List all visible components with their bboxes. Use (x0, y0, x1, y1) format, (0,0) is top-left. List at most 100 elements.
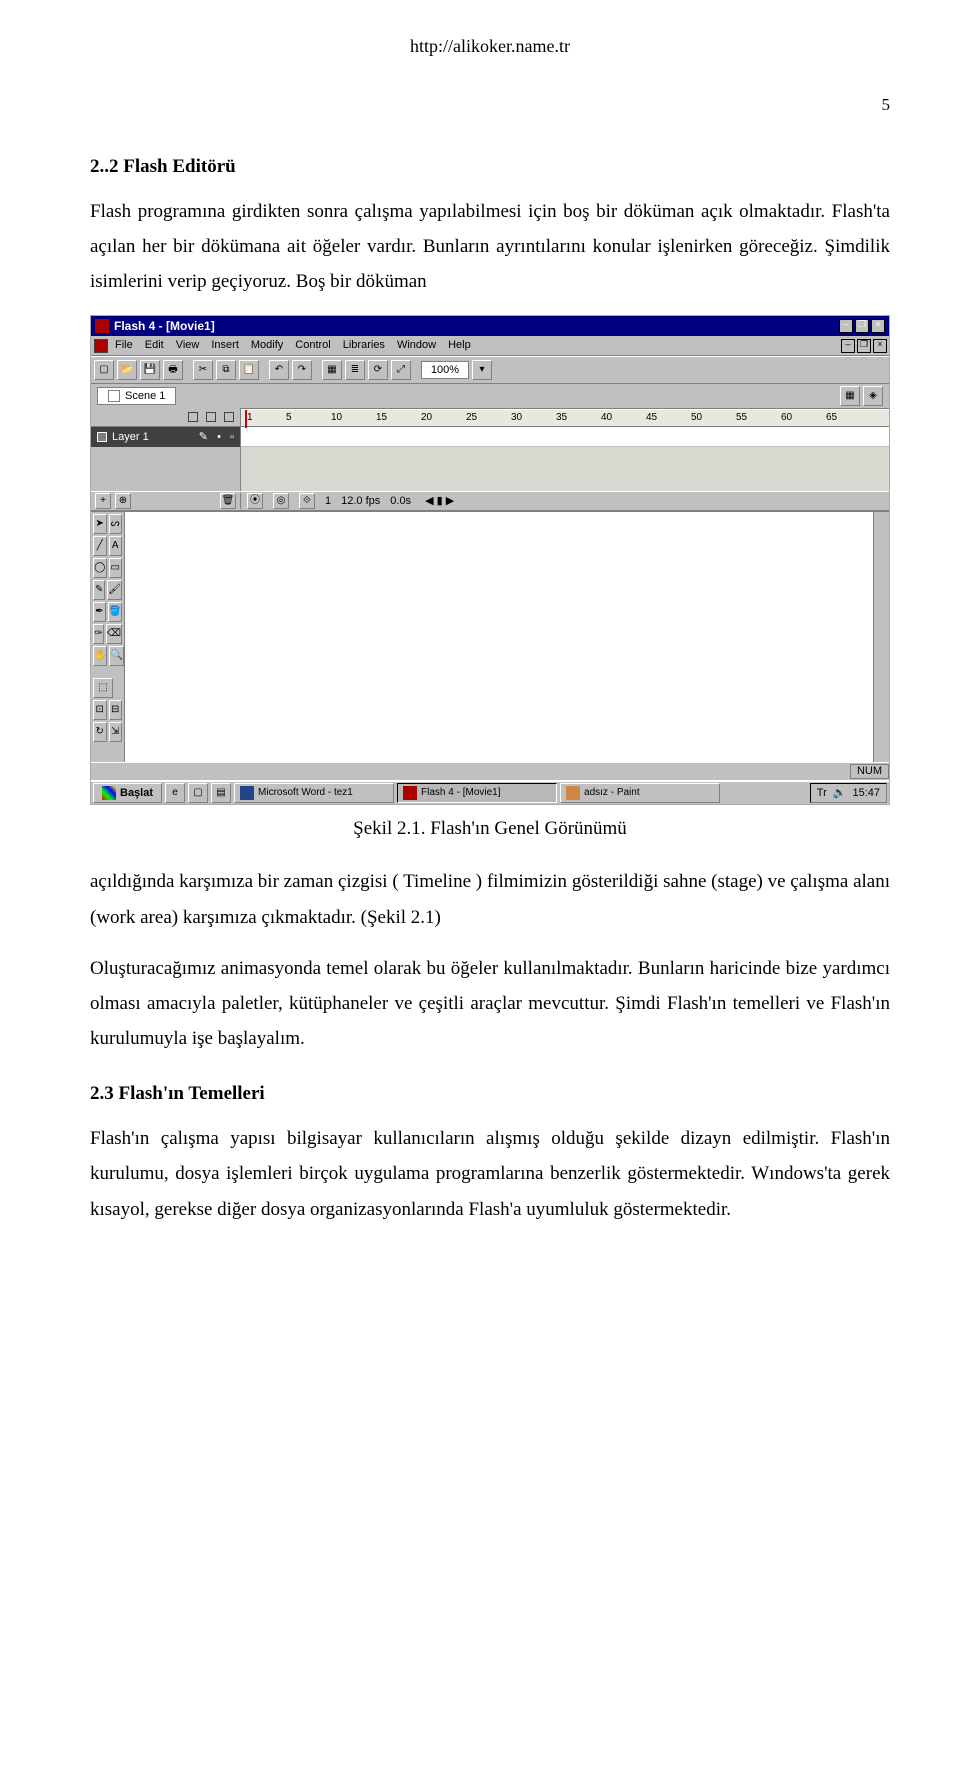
mdi-close-button[interactable]: × (873, 339, 887, 353)
add-guide-button[interactable]: ⊕ (115, 493, 131, 509)
option-2[interactable]: ⊡ (93, 700, 107, 720)
menu-file[interactable]: File (115, 340, 133, 351)
tick-55: 55 (736, 413, 747, 423)
redo-button[interactable]: ↷ (292, 360, 312, 380)
close-button[interactable]: × (871, 319, 885, 333)
page-number: 5 (90, 89, 890, 120)
onion-button[interactable]: ⦿ (247, 493, 263, 509)
flash-app-icon (95, 319, 109, 333)
tick-5: 5 (286, 413, 292, 423)
print-button[interactable]: 🖶 (163, 360, 183, 380)
paint-icon (566, 786, 580, 800)
menu-window[interactable]: Window (397, 340, 436, 351)
add-layer-button[interactable]: + (95, 493, 111, 509)
taskbar-item-word[interactable]: Microsoft Word - tez1 (234, 783, 394, 803)
symbol-list-button[interactable]: ◈ (863, 386, 883, 406)
layer-1-frames[interactable] (241, 427, 889, 447)
scene-list-button[interactable]: ▦ (840, 386, 860, 406)
quick-channels-icon[interactable]: ▤ (211, 783, 231, 803)
line-tool[interactable]: ╱ (93, 536, 107, 556)
menu-view[interactable]: View (176, 340, 200, 351)
hand-tool[interactable]: ✋ (93, 646, 107, 666)
mdi-restore-button[interactable]: ❐ (857, 339, 871, 353)
menu-insert[interactable]: Insert (211, 340, 239, 351)
onion-marker-button[interactable]: ⟐ (299, 493, 315, 509)
tick-45: 45 (646, 413, 657, 423)
delete-layer-button[interactable]: 🗑 (220, 493, 236, 509)
text-tool[interactable]: A (109, 536, 123, 556)
vertical-scrollbar[interactable] (873, 512, 889, 762)
menubar: File Edit View Insert Modify Control Lib… (111, 338, 841, 353)
minimize-button[interactable]: – (839, 319, 853, 333)
system-tray[interactable]: Tr 🔈 15:47 (810, 783, 887, 803)
option-4[interactable]: ↻ (93, 722, 107, 742)
rotate-button[interactable]: ⟳ (368, 360, 388, 380)
mdi-header: File Edit View Insert Modify Control Lib… (91, 336, 889, 356)
quick-ie-icon[interactable]: e (165, 783, 185, 803)
tick-1: 1 (247, 413, 253, 423)
menu-help[interactable]: Help (448, 340, 471, 351)
scene-bar: Scene 1 ▦ ◈ (91, 384, 889, 409)
scale-button[interactable]: ⤢ (391, 360, 411, 380)
word-icon (240, 786, 254, 800)
timeline-status: + ⊕ 🗑 ⦿ ◎ ⟐ 1 12.0 fps 0.0s ◀ ▮ ▶ (91, 491, 889, 511)
quick-desktop-icon[interactable]: ▢ (188, 783, 208, 803)
oval-tool[interactable]: ◯ (93, 558, 107, 578)
brush-tool[interactable]: 🖌 (107, 580, 122, 600)
tick-10: 10 (331, 413, 342, 423)
mdi-minimize-button[interactable]: – (841, 339, 855, 353)
onion-outline-button[interactable]: ◎ (273, 493, 289, 509)
cut-button[interactable]: ✂ (193, 360, 213, 380)
ink-tool[interactable]: ✒ (93, 602, 106, 622)
layer-1-row[interactable]: Layer 1 ✎ • ▫ (91, 427, 241, 447)
timeline-ruler[interactable]: 1 5 10 15 20 25 30 35 40 45 50 55 60 65 (91, 409, 889, 427)
stage[interactable] (125, 512, 873, 762)
tick-25: 25 (466, 413, 477, 423)
zoom-tool[interactable]: 🔍 (109, 646, 123, 666)
menu-modify[interactable]: Modify (251, 340, 283, 351)
show-hide-icon[interactable] (188, 412, 198, 422)
new-button[interactable]: ▢ (94, 360, 114, 380)
tray-volume-icon[interactable]: 🔈 (833, 788, 847, 799)
snap-button[interactable]: ▦ (322, 360, 342, 380)
copy-button[interactable]: ⧉ (216, 360, 236, 380)
bucket-tool[interactable]: 🪣 (108, 602, 122, 622)
pencil-tool[interactable]: ✎ (93, 580, 105, 600)
lock-icon[interactable] (206, 412, 216, 422)
start-label: Başlat (120, 788, 153, 799)
arrow-tool[interactable]: ➤ (93, 514, 107, 534)
rect-tool[interactable]: ▭ (109, 558, 123, 578)
save-button[interactable]: 💾 (140, 360, 160, 380)
scene-1-tab[interactable]: Scene 1 (97, 387, 176, 405)
document-icon[interactable] (94, 339, 108, 353)
taskbar-item-paint[interactable]: adsız - Paint (560, 783, 720, 803)
zoom-dropdown[interactable]: ▾ (472, 360, 492, 380)
option-1[interactable]: ⬚ (93, 678, 113, 698)
align-button[interactable]: ≣ (345, 360, 365, 380)
tick-65: 65 (826, 413, 837, 423)
option-5[interactable]: ⇲ (109, 722, 123, 742)
open-button[interactable]: 📂 (117, 360, 137, 380)
menu-edit[interactable]: Edit (145, 340, 164, 351)
taskbar-item-flash[interactable]: Flash 4 - [Movie1] (397, 783, 557, 803)
status-bar: NUM (91, 762, 889, 780)
zoom-field[interactable]: 100% (421, 361, 469, 379)
tick-35: 35 (556, 413, 567, 423)
eraser-tool[interactable]: ⌫ (106, 624, 122, 644)
layer-name: Layer 1 (112, 432, 149, 443)
tick-15: 15 (376, 413, 387, 423)
undo-button[interactable]: ↶ (269, 360, 289, 380)
outline-icon[interactable] (224, 412, 234, 422)
paste-button[interactable]: 📋 (239, 360, 259, 380)
toolbox: ➤ᔕ ╱A ◯▭ ✎🖌 ✒🪣 ✑⌫ ✋🔍 ⬚ ⊡⊟ ↻⇲ (91, 512, 125, 762)
paragraph-3: Oluşturacağımız animasyonda temel olarak… (90, 951, 890, 1056)
menu-libraries[interactable]: Libraries (343, 340, 385, 351)
dropper-tool[interactable]: ✑ (93, 624, 104, 644)
tray-lang[interactable]: Tr (817, 788, 827, 799)
lasso-tool[interactable]: ᔕ (109, 514, 123, 534)
option-3[interactable]: ⊟ (109, 700, 123, 720)
menu-control[interactable]: Control (295, 340, 330, 351)
start-button[interactable]: Başlat (93, 783, 162, 803)
maximize-button[interactable]: ❐ (855, 319, 869, 333)
elapsed-time: 0.0s (390, 496, 411, 507)
